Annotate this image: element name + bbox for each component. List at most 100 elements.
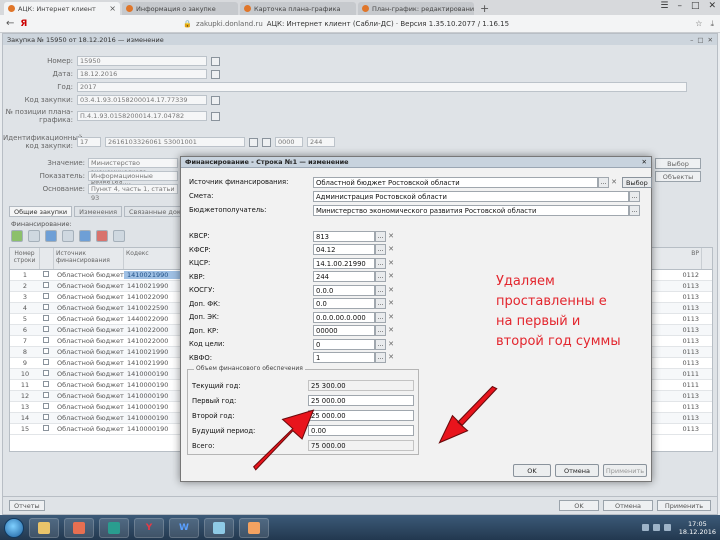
ident-prefix-field[interactable]: 17 (77, 137, 101, 147)
code-lookup-button[interactable]: ... (375, 244, 386, 255)
source-field[interactable]: Областной бюджет Ростовской области (313, 176, 598, 188)
number-picker-icon[interactable] (211, 56, 220, 66)
code-field[interactable]: 0.0.0.00.0.000 (313, 311, 375, 323)
taskbar-word[interactable]: W (169, 517, 199, 538)
code-field[interactable]: 04.12 (313, 244, 375, 255)
bookmark-icon[interactable]: ☆ (695, 19, 702, 29)
side-field-0[interactable]: Министерство экономического развития (88, 158, 178, 185)
browser-tab-1[interactable]: Информация о закупке (122, 2, 238, 15)
grid-header-cell[interactable]: ВР (652, 248, 702, 269)
browser-logo[interactable]: Я (20, 19, 27, 29)
code-clear-icon[interactable]: ✕ (386, 312, 396, 323)
row-checkbox[interactable] (43, 348, 49, 354)
code-lookup-button[interactable]: ... (375, 257, 386, 269)
edit-row-icon[interactable] (28, 230, 40, 242)
code-lookup-button[interactable]: ... (375, 325, 386, 336)
dialog-apply-button[interactable]: Применить (603, 464, 647, 477)
close-icon[interactable]: ✕ (708, 36, 713, 44)
code-field[interactable]: 0 (313, 338, 375, 350)
dialog-ok-button[interactable]: OK (513, 464, 551, 477)
amount-field[interactable]: 25 000.00 (308, 410, 414, 421)
network-icon[interactable] (641, 524, 649, 531)
row-checkbox[interactable] (43, 337, 49, 343)
ident-lookup-icon[interactable] (249, 137, 258, 147)
delete-row-icon[interactable] (96, 230, 108, 242)
back-arrow-icon[interactable]: ← (6, 18, 14, 29)
code-clear-icon[interactable]: ✕ (386, 271, 396, 282)
browser-tab-3[interactable]: План-график: редактирование (358, 2, 474, 15)
ident-tail-field-2[interactable]: 244 (307, 137, 335, 147)
browser-tab-0[interactable]: АЦК: Интернет клиент × (4, 2, 120, 15)
code-field[interactable]: 813 (313, 230, 375, 242)
footer-apply-button[interactable]: Применить (657, 500, 711, 511)
url-field[interactable]: 🔒 zakupki.donland.ru АЦК: Интернет клиен… (183, 18, 689, 30)
code-clear-icon[interactable]: ✕ (386, 258, 396, 269)
row-checkbox[interactable] (43, 304, 49, 310)
close-window-icon[interactable]: ✕ (708, 1, 716, 11)
estimate-field[interactable]: Администрация Ростовской области (313, 190, 629, 202)
code-field[interactable]: 1 (313, 352, 375, 363)
menu-icon[interactable]: ☰ (660, 1, 668, 11)
row-checkbox[interactable] (43, 414, 49, 420)
code-lookup-button[interactable]: ... (375, 311, 386, 323)
taskbar-explorer[interactable] (29, 517, 59, 538)
estimate-lookup-button[interactable]: ... (629, 190, 640, 202)
code-clear-icon[interactable]: ✕ (386, 298, 396, 309)
code-lookup-button[interactable]: ... (375, 338, 386, 350)
maximize-icon[interactable]: □ (697, 36, 703, 44)
add-row-icon[interactable] (11, 230, 23, 242)
code-lookup-button[interactable]: ... (375, 284, 386, 296)
dialog-close-icon[interactable]: ✕ (642, 158, 647, 166)
taskbar-yandex[interactable]: Y (134, 517, 164, 538)
grid-header-cell[interactable] (40, 248, 54, 269)
footer-ok-button[interactable]: OK (559, 500, 599, 511)
row-checkbox[interactable] (43, 326, 49, 332)
close-icon[interactable]: × (109, 4, 116, 13)
dialog-cancel-button[interactable]: Отмена (555, 464, 599, 477)
taskbar-media[interactable] (64, 517, 94, 538)
code-lookup-button[interactable]: ... (375, 230, 386, 242)
side-button-0[interactable]: Выбор (655, 158, 701, 169)
code-field[interactable]: 0.0 (313, 298, 375, 309)
code-lookup-button[interactable]: ... (375, 298, 386, 309)
source-choose-button[interactable]: Выбор (622, 176, 652, 188)
row-checkbox[interactable] (43, 392, 49, 398)
code-clear-icon[interactable]: ✕ (386, 244, 396, 255)
row-checkbox[interactable] (43, 282, 49, 288)
reports-button[interactable]: Отчеты (9, 500, 45, 511)
side-field-2[interactable]: Пункт 4, часть 1, статьи 93 (88, 184, 178, 202)
side-button-1[interactable]: Объекты (655, 171, 701, 182)
row-checkbox[interactable] (43, 359, 49, 365)
row-checkbox[interactable] (43, 403, 49, 409)
minimize-icon[interactable]: – (677, 1, 682, 11)
grid-header-cell[interactable]: Кодекс (124, 248, 182, 269)
side-field-1[interactable]: Информационные технологии (88, 171, 178, 189)
ident-tail-field-1[interactable]: 0000 (275, 137, 303, 147)
tab-changes[interactable]: Изменения (74, 206, 123, 217)
row-checkbox[interactable] (43, 293, 49, 299)
taskbar-spreadsheet[interactable] (99, 517, 129, 538)
grid-header-cell[interactable]: Источник финансирования (54, 248, 124, 269)
code-clear-icon[interactable]: ✕ (386, 285, 396, 296)
row-checkbox[interactable] (43, 381, 49, 387)
source-clear-icon[interactable]: ✕ (609, 177, 619, 188)
calendar-icon[interactable] (211, 69, 220, 79)
row-checkbox[interactable] (43, 370, 49, 376)
browser-tab-2[interactable]: Карточка плана-графика (240, 2, 356, 15)
plan-position-field[interactable]: П.4.1.93.0158200014.17.04782 (77, 111, 207, 121)
flag-icon[interactable] (663, 524, 671, 531)
year-field[interactable]: 2017 (77, 82, 687, 92)
tab-general[interactable]: Общие закупки (9, 206, 73, 217)
taskbar-app7[interactable] (239, 517, 269, 538)
amount-field[interactable]: 0.00 (308, 425, 414, 436)
refresh-icon[interactable] (79, 230, 91, 242)
code-field[interactable]: 244 (313, 271, 375, 282)
code-lookup-button[interactable]: ... (375, 271, 386, 282)
number-field[interactable]: 15950 (77, 56, 207, 66)
taskbar-app6[interactable] (204, 517, 234, 538)
download-icon[interactable]: ⤓ (710, 19, 714, 29)
start-button[interactable] (4, 517, 24, 538)
volume-icon[interactable] (652, 524, 660, 531)
code-lookup-button[interactable]: ... (375, 352, 386, 363)
row-checkbox[interactable] (43, 315, 49, 321)
